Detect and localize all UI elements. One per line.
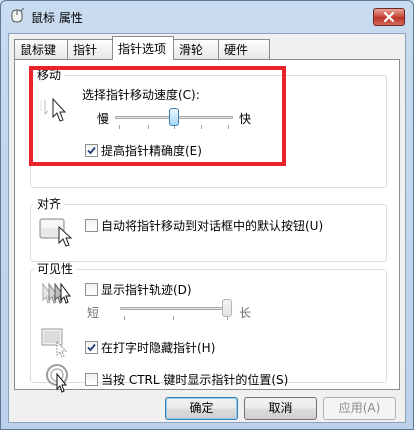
pointer-trails-icon (42, 282, 71, 304)
long-label: 长 (239, 306, 252, 320)
tab-pointer-options[interactable]: 指针选项 (112, 36, 174, 60)
trail-length-slider[interactable] (120, 299, 232, 323)
snap-checkbox[interactable] (85, 219, 98, 232)
trail-slider-tick (124, 316, 125, 320)
snap-label[interactable]: 自动将指针移动到对话框中的默认按钮(U) (101, 219, 323, 233)
hide-pointer-icon (41, 328, 68, 358)
short-label: 短 (87, 306, 100, 320)
title-bar[interactable]: 鼠标 属性 (1, 1, 413, 31)
tab-pointers[interactable]: 指针 (67, 39, 113, 59)
ok-button[interactable]: 确定 (165, 397, 238, 420)
dialog-client: 鼠标键 指针 指针选项 滑轮 硬件 移动 选择指针移动速度(C): 慢 快 提高… (8, 33, 406, 423)
hide-while-typing-label[interactable]: 在打字时隐藏指针(H) (101, 341, 215, 355)
trail-slider-tick (173, 316, 174, 320)
checkmark-icon (87, 343, 96, 352)
mouse-icon (11, 8, 25, 23)
window-title: 鼠标 属性 (31, 11, 83, 25)
snap-group (30, 204, 387, 262)
highlight-annotation (29, 66, 286, 166)
hide-while-typing-checkbox[interactable] (85, 341, 98, 354)
trails-label[interactable]: 显示指针轨迹(D) (101, 283, 192, 297)
tab-wheel[interactable]: 滑轮 (173, 39, 219, 59)
ctrl-locate-checkbox[interactable] (85, 373, 98, 386)
visibility-group-label: 可见性 (34, 262, 77, 276)
trail-slider-track (120, 307, 232, 310)
tab-hardware[interactable]: 硬件 (218, 39, 270, 59)
cancel-button[interactable]: 取消 (244, 397, 317, 420)
ctrl-locate-label[interactable]: 当按 CTRL 键时显示指针的位置(S) (101, 373, 288, 387)
close-button[interactable] (373, 8, 405, 26)
trails-checkbox[interactable] (85, 283, 98, 296)
locate-pointer-icon (46, 364, 68, 393)
visibility-group (30, 269, 387, 383)
apply-button[interactable]: 应用(A) (323, 397, 396, 420)
trail-slider-thumb[interactable] (222, 299, 232, 317)
close-icon (383, 11, 395, 23)
snap-to-default-icon (39, 218, 73, 247)
tab-buttons[interactable]: 鼠标键 (14, 39, 68, 59)
snap-group-label: 对齐 (34, 197, 65, 211)
mouse-properties-window: 鼠标 属性 鼠标键 指针 指针选项 滑轮 硬件 移动 选择指针移动速度(C): … (0, 0, 414, 430)
